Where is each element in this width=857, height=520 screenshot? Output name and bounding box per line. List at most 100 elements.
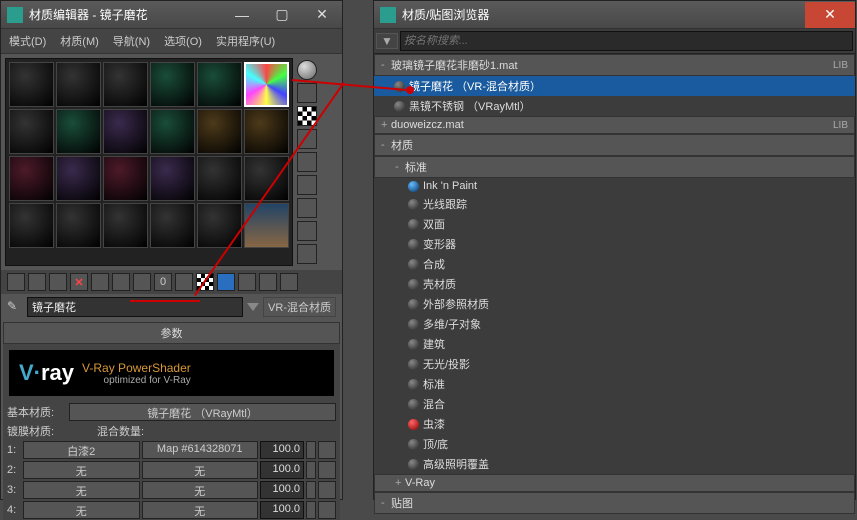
maximize-button[interactable]: ▢ [262,2,302,28]
tree-section[interactable]: -材质 [374,134,855,156]
tree-item[interactable]: 高级照明覆盖 [374,454,855,474]
go-parent-icon[interactable] [238,273,256,291]
color-swatch[interactable] [318,441,336,459]
tree-item[interactable]: 建筑 [374,334,855,354]
spinner-icon[interactable] [306,461,316,479]
tree-section[interactable]: +V-Ray [374,474,855,492]
tree-section[interactable]: -玻璃镜子磨花非磨砂1.matLIB [374,54,855,76]
tree-section[interactable]: -标准 [374,156,855,178]
blend-amount-input[interactable]: 100.0 [260,461,304,479]
material-slot[interactable] [103,156,148,201]
go-sibling-icon[interactable] [280,273,298,291]
material-slot[interactable] [244,109,289,154]
tree-item[interactable]: Ink 'n Paint [374,178,855,194]
material-slot[interactable] [9,62,54,107]
blend-amount-input[interactable]: 100.0 [260,501,304,519]
blend-map-button[interactable]: Map #614328071 [142,441,259,459]
coat-mat-button[interactable]: 无 [23,481,140,499]
blend-amount-input[interactable]: 100.0 [260,481,304,499]
material-slot[interactable] [103,203,148,248]
blend-map-button[interactable]: 无 [142,461,259,479]
backlight-icon[interactable] [297,83,317,103]
expand-icon[interactable]: + [395,477,405,489]
material-slot[interactable] [150,109,195,154]
color-swatch[interactable] [318,481,336,499]
expand-icon[interactable]: - [381,497,391,509]
coat-mat-button[interactable]: 白漆2 [23,441,140,459]
make-unique-icon[interactable] [112,273,130,291]
material-slot[interactable] [56,156,101,201]
mat-id-icon[interactable]: 0 [154,273,172,291]
tree-item[interactable]: 无光/投影 [374,354,855,374]
material-slot[interactable] [56,203,101,248]
tree-item[interactable]: 合成 [374,254,855,274]
expand-icon[interactable]: - [381,59,391,71]
material-slot[interactable] [150,62,195,107]
tree-section[interactable]: -贴图 [374,492,855,514]
material-slot[interactable] [150,203,195,248]
close-button[interactable]: ✕ [302,2,342,28]
material-slot-selected[interactable] [244,62,289,107]
spinner-icon[interactable] [306,481,316,499]
get-material-icon[interactable] [7,273,25,291]
material-slot[interactable] [197,156,242,201]
tree-item[interactable]: 标准 [374,374,855,394]
material-slot[interactable] [197,62,242,107]
tree-item[interactable]: 光线跟踪 [374,194,855,214]
tree-item[interactable]: 混合 [374,394,855,414]
eyedropper-icon[interactable]: ✎ [7,299,23,315]
show-end-icon[interactable] [217,273,235,291]
sample-uv-icon[interactable] [297,129,317,149]
options-icon[interactable] [297,198,317,218]
material-slot[interactable] [244,156,289,201]
minimize-button[interactable]: — [222,2,262,28]
tree-section[interactable]: +duoweizcz.matLIB [374,116,855,134]
put-to-scene-icon[interactable] [28,273,46,291]
material-name-input[interactable] [27,297,243,317]
spinner-icon[interactable] [306,501,316,519]
material-slot[interactable] [56,109,101,154]
mat-map-nav-icon[interactable] [297,244,317,264]
preview-icon[interactable] [297,175,317,195]
color-swatch[interactable] [318,501,336,519]
material-slot[interactable] [56,62,101,107]
material-type-button[interactable]: VR-混合材质 [263,297,336,317]
blend-map-button[interactable]: 无 [142,501,259,519]
rollup-params[interactable]: 参数 [3,322,340,344]
titlebar[interactable]: 材质/贴图浏览器 ✕ [374,1,855,29]
expand-icon[interactable]: - [395,161,405,173]
coat-mat-button[interactable]: 无 [23,501,140,519]
show-map-icon[interactable] [196,273,214,291]
assign-icon[interactable] [49,273,67,291]
tree-item[interactable]: 外部参照材质 [374,294,855,314]
material-slot[interactable] [9,109,54,154]
tree-item[interactable]: 变形器 [374,234,855,254]
copy-icon[interactable] [91,273,109,291]
put-to-lib-icon[interactable] [133,273,151,291]
menu-utilities[interactable]: 实用程序(U) [212,31,279,51]
select-by-mat-icon[interactable] [297,221,317,241]
menu-mode[interactable]: 模式(D) [5,31,50,51]
tree-item[interactable]: 虫漆 [374,414,855,434]
tree-item[interactable]: 多维/子对象 [374,314,855,334]
tree-item[interactable]: 镜子磨花 （VR-混合材质） [374,76,855,96]
tree-item[interactable]: 壳材质 [374,274,855,294]
blend-amount-input[interactable]: 100.0 [260,441,304,459]
expand-icon[interactable]: - [381,139,391,151]
menu-nav[interactable]: 导航(N) [109,31,154,51]
tree-item[interactable]: 顶/底 [374,434,855,454]
options-dropdown-icon[interactable]: ▼ [376,33,398,49]
material-slot[interactable] [9,156,54,201]
background-icon[interactable] [297,106,317,126]
spinner-icon[interactable] [306,441,316,459]
material-slot[interactable] [244,203,289,248]
search-input[interactable] [400,31,853,51]
close-button[interactable]: ✕ [805,2,855,28]
base-mat-button[interactable]: 镜子磨花 （VRayMtl） [69,403,336,421]
material-slot[interactable] [197,109,242,154]
titlebar[interactable]: 材质编辑器 - 镜子磨花 — ▢ ✕ [1,1,342,29]
sample-type-icon[interactable] [297,60,317,80]
expand-icon[interactable]: + [381,119,391,131]
menu-material[interactable]: 材质(M) [56,31,103,51]
go-forward-icon[interactable] [259,273,277,291]
